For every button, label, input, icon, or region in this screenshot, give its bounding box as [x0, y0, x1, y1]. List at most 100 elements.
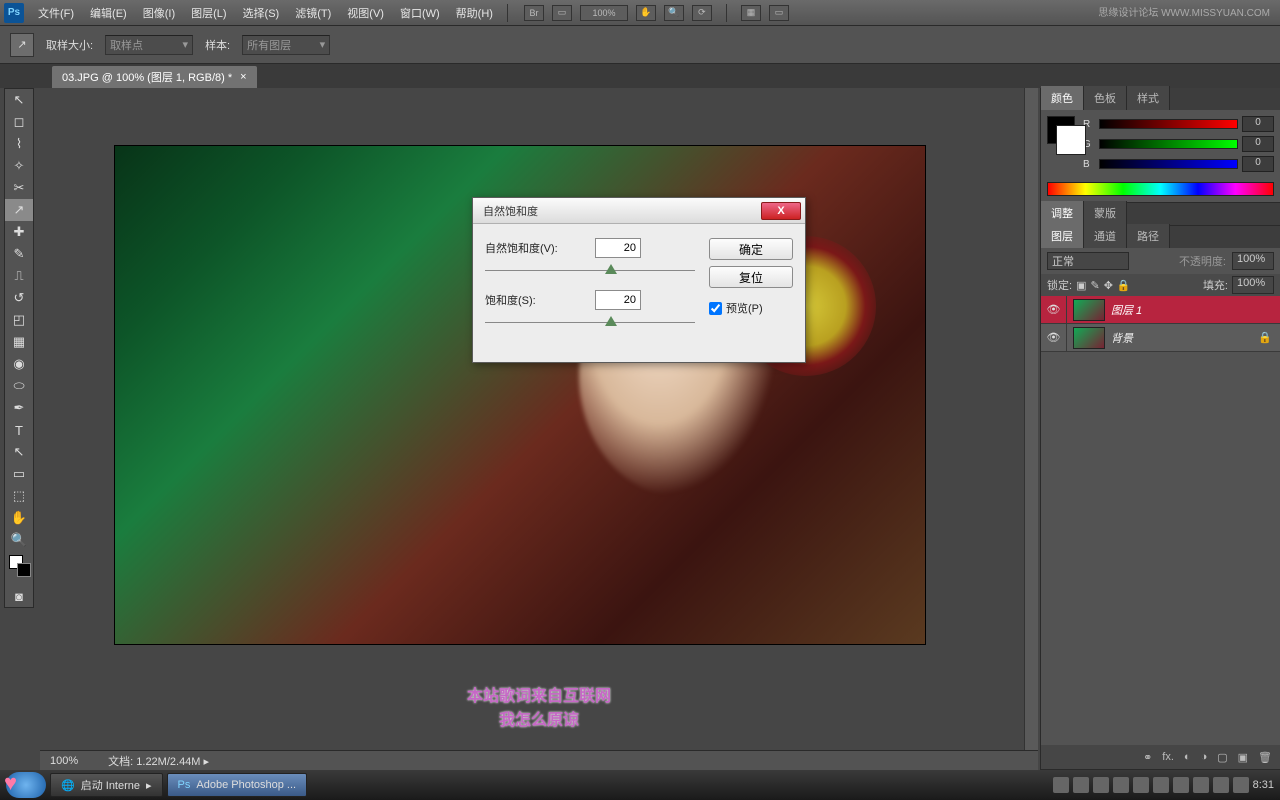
sample-layers-combo[interactable]: 所有图层▾ [242, 35, 330, 55]
layer-thumbnail[interactable] [1073, 327, 1105, 349]
layer-name[interactable]: 图层 1 [1111, 302, 1142, 318]
blend-mode-combo[interactable]: 正常 [1047, 252, 1129, 270]
tab-swatches[interactable]: 色板 [1084, 86, 1127, 110]
arrange-icon[interactable]: ▦ [741, 5, 761, 21]
layer-row[interactable]: 👁 背景 🔒 [1041, 324, 1280, 352]
menu-help[interactable]: 帮助(H) [448, 1, 501, 25]
stamp-tool-icon[interactable]: ⎍ [5, 265, 33, 287]
heal-tool-icon[interactable]: ✚ [5, 221, 33, 243]
sample-size-combo[interactable]: 取样点▾ [105, 35, 193, 55]
marquee-tool-icon[interactable]: ◻ [5, 111, 33, 133]
tab-styles[interactable]: 样式 [1127, 86, 1170, 110]
move-tool-icon[interactable]: ↖ [5, 89, 33, 111]
saturation-slider[interactable] [485, 314, 695, 332]
workspace-icon[interactable]: ▭ [769, 5, 789, 21]
system-tray[interactable]: 8:31 [1053, 777, 1274, 793]
path-select-icon[interactable]: ↖ [5, 441, 33, 463]
zoom-tool-icon[interactable]: 🔍 [5, 529, 33, 551]
bridge-icon[interactable]: Br [524, 5, 544, 21]
eyedropper-tool-icon[interactable]: ↗ [5, 199, 33, 221]
eyedropper-tool-icon[interactable]: ↗ [10, 33, 34, 57]
mask-icon[interactable]: ◐ [1184, 751, 1191, 763]
tab-layers[interactable]: 图层 [1041, 224, 1084, 248]
tray-icon[interactable] [1113, 777, 1129, 793]
g-value[interactable]: 0 [1242, 136, 1274, 152]
menu-edit[interactable]: 编辑(E) [82, 1, 135, 25]
layer-thumbnail[interactable] [1073, 299, 1105, 321]
saturation-input[interactable] [595, 290, 641, 310]
b-slider[interactable] [1099, 159, 1238, 169]
taskbar-item-ie[interactable]: 🌐启动 Interne▸ [50, 773, 163, 797]
lock-pos-icon[interactable]: ✥ [1104, 279, 1113, 292]
tray-icon[interactable] [1173, 777, 1189, 793]
quickmask-icon[interactable]: ◙ [5, 585, 33, 607]
visibility-icon[interactable]: 👁 [1041, 324, 1067, 351]
brush-tool-icon[interactable]: ✎ [5, 243, 33, 265]
tray-icon[interactable] [1193, 777, 1209, 793]
tab-color[interactable]: 颜色 [1041, 86, 1084, 110]
menu-window[interactable]: 窗口(W) [392, 1, 448, 25]
r-slider[interactable] [1099, 119, 1238, 129]
preview-checkbox[interactable]: 预览(P) [709, 300, 793, 316]
color-swatches[interactable] [5, 551, 33, 585]
lasso-tool-icon[interactable]: ⌇ [5, 133, 33, 155]
dodge-tool-icon[interactable]: ⬭ [5, 375, 33, 397]
gradient-tool-icon[interactable]: ▦ [5, 331, 33, 353]
tray-icon[interactable] [1073, 777, 1089, 793]
tray-icon[interactable] [1153, 777, 1169, 793]
tab-adjustments[interactable]: 调整 [1041, 201, 1084, 225]
lock-all-icon[interactable]: 🔒 [1117, 279, 1131, 292]
tab-paths[interactable]: 路径 [1127, 224, 1170, 248]
adjustment-icon[interactable]: ◑ [1201, 751, 1208, 763]
menu-layer[interactable]: 图层(L) [183, 1, 234, 25]
tab-channels[interactable]: 通道 [1084, 224, 1127, 248]
fill-value[interactable]: 100% [1232, 276, 1274, 294]
r-value[interactable]: 0 [1242, 116, 1274, 132]
vibrance-slider[interactable] [485, 262, 695, 280]
reset-button[interactable]: 复位 [709, 266, 793, 288]
menu-filter[interactable]: 滤镜(T) [287, 1, 339, 25]
tray-icon[interactable] [1093, 777, 1109, 793]
tray-icon[interactable] [1133, 777, 1149, 793]
type-tool-icon[interactable]: T [5, 419, 33, 441]
new-layer-icon[interactable]: ▣ [1238, 751, 1248, 764]
wand-tool-icon[interactable]: ✧ [5, 155, 33, 177]
menu-image[interactable]: 图像(I) [135, 1, 183, 25]
lock-pixel-icon[interactable]: ✎ [1090, 279, 1099, 292]
document-tab[interactable]: 03.JPG @ 100% (图层 1, RGB/8) * × [52, 66, 257, 88]
close-tab-icon[interactable]: × [240, 71, 246, 83]
link-icon[interactable]: ⚭ [1143, 751, 1152, 764]
status-zoom[interactable]: 100% [50, 755, 78, 767]
zoom-combo[interactable]: 100% [580, 5, 628, 21]
layer-row[interactable]: 👁 图层 1 [1041, 296, 1280, 324]
vertical-scrollbar[interactable] [1024, 88, 1038, 750]
b-value[interactable]: 0 [1242, 156, 1274, 172]
trash-icon[interactable]: 🗑 [1258, 751, 1272, 764]
foreground-background-swatch[interactable] [1047, 116, 1075, 144]
rotate-icon[interactable]: ⟳ [692, 5, 712, 21]
g-slider[interactable] [1099, 139, 1238, 149]
vibrance-input[interactable] [595, 238, 641, 258]
hand-tool-icon[interactable]: ✋ [5, 507, 33, 529]
tray-icon[interactable] [1213, 777, 1229, 793]
eraser-tool-icon[interactable]: ◰ [5, 309, 33, 331]
layer-name[interactable]: 背景 [1111, 330, 1133, 346]
blur-tool-icon[interactable]: ◉ [5, 353, 33, 375]
dialog-titlebar[interactable]: 自然饱和度 X [473, 198, 805, 224]
pen-tool-icon[interactable]: ✒ [5, 397, 33, 419]
tray-icon[interactable] [1053, 777, 1069, 793]
color-spectrum[interactable] [1047, 182, 1274, 196]
zoom-icon[interactable]: 🔍 [664, 5, 684, 21]
ok-button[interactable]: 确定 [709, 238, 793, 260]
shape-tool-icon[interactable]: ▭ [5, 463, 33, 485]
opacity-value[interactable]: 100% [1232, 252, 1274, 270]
history-brush-icon[interactable]: ↺ [5, 287, 33, 309]
taskbar-item-photoshop[interactable]: PsAdobe Photoshop ... [167, 773, 308, 797]
crop-tool-icon[interactable]: ✂ [5, 177, 33, 199]
preview-check-input[interactable] [709, 302, 722, 315]
menu-file[interactable]: 文件(F) [30, 1, 82, 25]
lock-trans-icon[interactable]: ▣ [1076, 279, 1086, 292]
menu-select[interactable]: 选择(S) [235, 1, 288, 25]
canvas-area[interactable]: 本站歌词来自互联网 我怎么原谅 [40, 88, 1038, 750]
menu-view[interactable]: 视图(V) [339, 1, 392, 25]
